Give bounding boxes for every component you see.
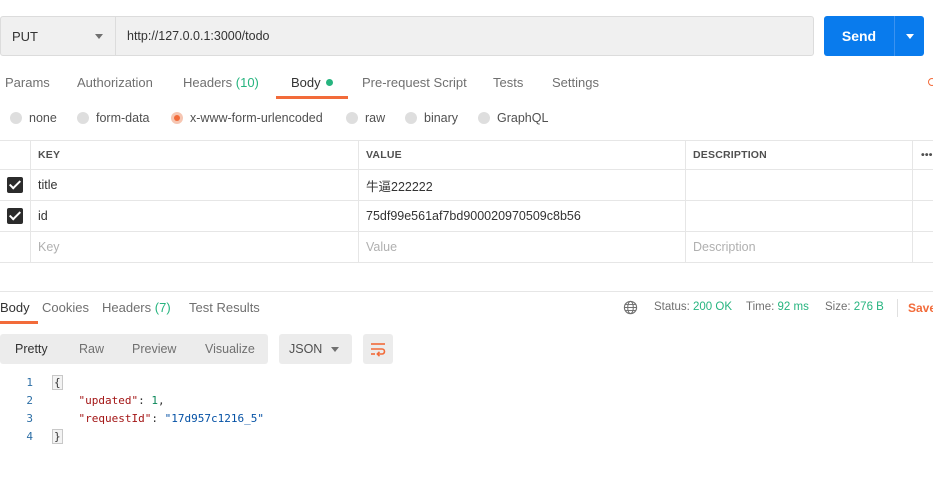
param-value-cell[interactable]: 75df99e561af7bd900020970509c8b56 [359,201,686,231]
response-divider[interactable] [0,291,933,292]
radio-icon [405,112,417,124]
json-key: "requestId" [78,412,152,425]
active-dot-icon [325,79,333,86]
radio-icon [77,112,89,124]
tab-tests[interactable]: Tests [493,72,523,98]
json-brace: } [52,429,63,444]
view-visualize-button[interactable]: Visualize [205,334,255,364]
body-type-options: none form-data x-www-form-urlencoded raw… [0,111,933,129]
json-key: "updated" [78,394,139,407]
view-raw-button[interactable]: Raw [79,334,104,364]
status-info[interactable]: Status: 200 OK [654,301,732,313]
tab-params[interactable]: Params [5,72,50,98]
format-select[interactable]: JSON [279,334,352,364]
more-options-icon[interactable]: ••• [913,141,933,169]
tab-authorization[interactable]: Authorization [77,72,153,98]
table-row: id 75df99e561af7bd900020970509c8b56 [0,201,933,232]
view-pretty-button[interactable]: Pretty [15,334,48,364]
table-row: title 牛逼222222 [0,170,933,201]
view-mode-group: Pretty Raw Preview Visualize [0,334,268,364]
url-input[interactable]: http://127.0.0.1:3000/todo [115,16,814,56]
response-tab-headers[interactable]: Headers (7) [102,299,171,317]
chevron-down-icon [331,347,339,352]
line-number: 4 [26,430,33,443]
cookies-link-icon[interactable] [928,78,933,86]
column-key: KEY [31,141,359,169]
tab-settings[interactable]: Settings [552,72,599,98]
code-line: 2 "updated": 1, [0,392,933,410]
new-value-input[interactable]: Value [359,232,686,262]
param-description-cell[interactable] [686,201,913,231]
radio-form-data[interactable]: form-data [77,111,150,125]
json-brace: { [52,375,63,390]
code-line: 1 { [0,374,933,392]
status-value: 200 OK [693,301,733,313]
method-select[interactable]: PUT [0,16,116,56]
param-description-cell[interactable] [686,170,913,200]
new-description-input[interactable]: Description [686,232,913,262]
radio-graphql[interactable]: GraphQL [478,111,548,125]
line-number: 3 [26,412,33,425]
headers-count: (10) [235,75,259,90]
time-info[interactable]: Time: 92 ms [746,301,809,313]
response-tab-cookies[interactable]: Cookies [42,299,89,317]
params-table: KEY VALUE DESCRIPTION ••• title 牛逼222222… [0,140,933,263]
checkbox-checked-icon[interactable] [7,177,23,193]
tab-headers[interactable]: Headers (10) [183,72,259,98]
response-tab-body[interactable]: Body [0,299,38,324]
send-options-button[interactable] [894,16,924,56]
column-value: VALUE [359,141,686,169]
save-response-button[interactable]: Save [908,301,933,315]
new-key-input[interactable]: Key [31,232,359,262]
globe-icon[interactable] [623,300,638,315]
table-header: KEY VALUE DESCRIPTION ••• [0,140,933,170]
checkbox-checked-icon[interactable] [7,208,23,224]
request-tabs: Params Authorization Headers (10) Body P… [0,72,933,99]
tab-pre-request-script[interactable]: Pre-request Script [362,72,467,98]
radio-icon [346,112,358,124]
time-value: 92 ms [777,301,809,313]
response-body-viewer[interactable]: 1 { 2 "updated": 1, 3 "requestId": "17d9… [0,374,933,446]
radio-x-www-form-urlencoded[interactable]: x-www-form-urlencoded [171,111,323,125]
line-number: 2 [26,394,33,407]
tab-body[interactable]: Body [276,72,348,99]
chevron-down-icon [906,34,914,39]
param-key-cell[interactable]: title [31,170,359,200]
size-info[interactable]: Size: 276 B [825,301,884,313]
table-row-new: Key Value Description [0,232,933,263]
size-value: 276 B [853,301,884,313]
code-line: 3 "requestId": "17d957c1216_5" [0,410,933,428]
format-value: JSON [289,342,323,356]
param-value-cell[interactable]: 牛逼222222 [359,170,686,200]
radio-icon [10,112,22,124]
chevron-down-icon [95,34,103,39]
param-key-cell[interactable]: id [31,201,359,231]
method-value: PUT [12,28,38,44]
url-value: http://127.0.0.1:3000/todo [127,29,270,43]
radio-selected-icon [171,112,183,124]
send-button[interactable]: Send [824,16,894,56]
send-label: Send [841,28,877,44]
wrap-lines-icon [371,343,386,357]
wrap-lines-button[interactable] [363,334,393,364]
response-tab-test-results[interactable]: Test Results [189,299,260,317]
divider [897,299,898,317]
radio-raw[interactable]: raw [346,111,385,125]
code-line: 4 } [0,428,933,446]
json-value: "17d957c1216_5" [164,412,264,425]
radio-binary[interactable]: binary [405,111,458,125]
line-number: 1 [26,376,33,389]
radio-none[interactable]: none [10,111,57,125]
json-value: 1 [151,394,158,407]
column-description: DESCRIPTION [686,141,913,169]
response-headers-count: (7) [154,300,171,315]
view-preview-button[interactable]: Preview [132,334,176,364]
radio-icon [478,112,490,124]
